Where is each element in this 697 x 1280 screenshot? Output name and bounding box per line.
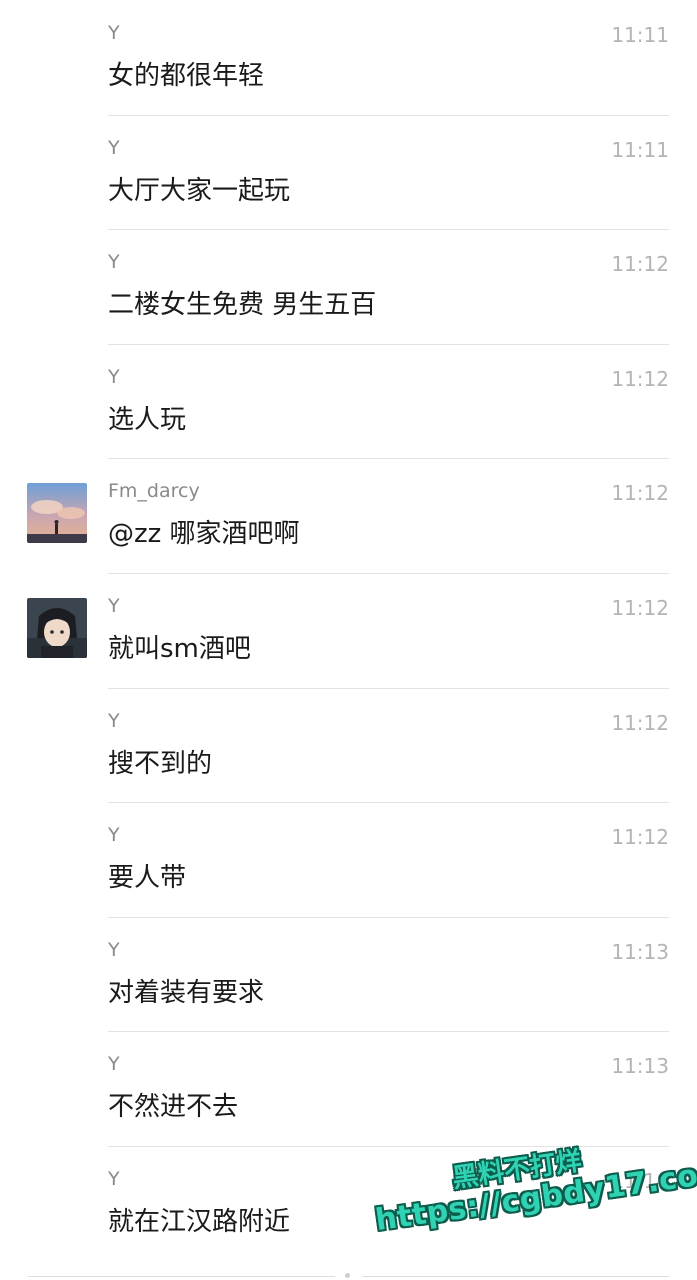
- sender-name: Y: [108, 1167, 120, 1190]
- sender-name: Y: [108, 251, 120, 274]
- divider: [362, 1276, 669, 1277]
- sky-avatar[interactable]: [27, 483, 87, 544]
- chat-message-list: Y 11:11 女的都很年轻 Y 11:11 大厅大家一起玩 Y 11:12 二…: [0, 0, 697, 1261]
- message-time: 11:12: [611, 252, 669, 277]
- message-time: 11:12: [611, 481, 669, 506]
- sender-name: Fm_darcy: [108, 480, 200, 503]
- sender-name: Y: [108, 136, 120, 159]
- message-time: 11:11: [611, 137, 669, 162]
- divider: [108, 114, 669, 116]
- sender-name: Y: [108, 594, 120, 617]
- page-indicator-dot: [345, 1273, 350, 1278]
- message-time: 11:12: [611, 825, 669, 850]
- divider: [28, 1276, 335, 1277]
- message-text: 要人带: [108, 863, 187, 894]
- divider: [108, 1031, 669, 1033]
- message-time: 11:12: [611, 710, 669, 735]
- chat-message[interactable]: Y 11:11 女的都很年轻: [0, 0, 697, 115]
- bottom-divider: [0, 1273, 697, 1280]
- sender-name: Y: [108, 938, 120, 961]
- divider: [108, 229, 669, 231]
- chat-message[interactable]: Y 11:13 对着装有要求: [0, 916, 697, 1032]
- divider: [108, 802, 669, 804]
- sender-name: Y: [108, 22, 120, 44]
- chat-message[interactable]: Fm_darcy 11:12 @zz 哪家酒吧啊: [0, 458, 697, 573]
- message-time: 11:12: [611, 366, 669, 391]
- chat-message[interactable]: Y 11:12 要人带: [0, 802, 697, 917]
- divider: [108, 458, 669, 460]
- message-text: 选人玩: [108, 404, 187, 435]
- message-text: 就在江汉路附近: [108, 1206, 291, 1237]
- sender-name: Y: [108, 824, 120, 847]
- message-text: 就叫sm酒吧: [108, 633, 251, 664]
- chat-message[interactable]: Y 11:12 选人玩: [0, 343, 697, 459]
- message-text: 搜不到的: [108, 748, 213, 779]
- message-text: @zz 哪家酒吧啊: [108, 519, 300, 550]
- message-time: 11:13: [611, 1054, 669, 1079]
- sender-name: Y: [108, 365, 120, 388]
- divider: [108, 343, 669, 345]
- sender-name: Y: [108, 1053, 120, 1076]
- anime-avatar[interactable]: [27, 597, 87, 658]
- chat-message[interactable]: Y 11:11 大厅大家一起玩: [0, 114, 697, 230]
- message-text: 对着装有要求: [108, 977, 265, 1008]
- message-time: 11:13: [611, 939, 669, 964]
- message-text: 不然进不去: [108, 1092, 239, 1123]
- sender-name: Y: [108, 709, 120, 732]
- message-time: 11:12: [611, 595, 669, 620]
- message-text: 二楼女生免费 男生五百: [108, 290, 377, 321]
- message-text: 大厅大家一起玩: [108, 175, 291, 206]
- divider: [108, 687, 669, 689]
- divider: [108, 572, 669, 574]
- chat-message[interactable]: Y 11:12 搜不到的: [0, 687, 697, 803]
- message-time: 11:11: [611, 23, 669, 47]
- chat-message[interactable]: Y 11:12 就叫sm酒吧: [0, 572, 697, 688]
- message-text: 女的都很年轻: [108, 61, 265, 91]
- divider: [108, 916, 669, 918]
- chat-message[interactable]: Y 11:12 二楼女生免费 男生五百: [0, 229, 697, 344]
